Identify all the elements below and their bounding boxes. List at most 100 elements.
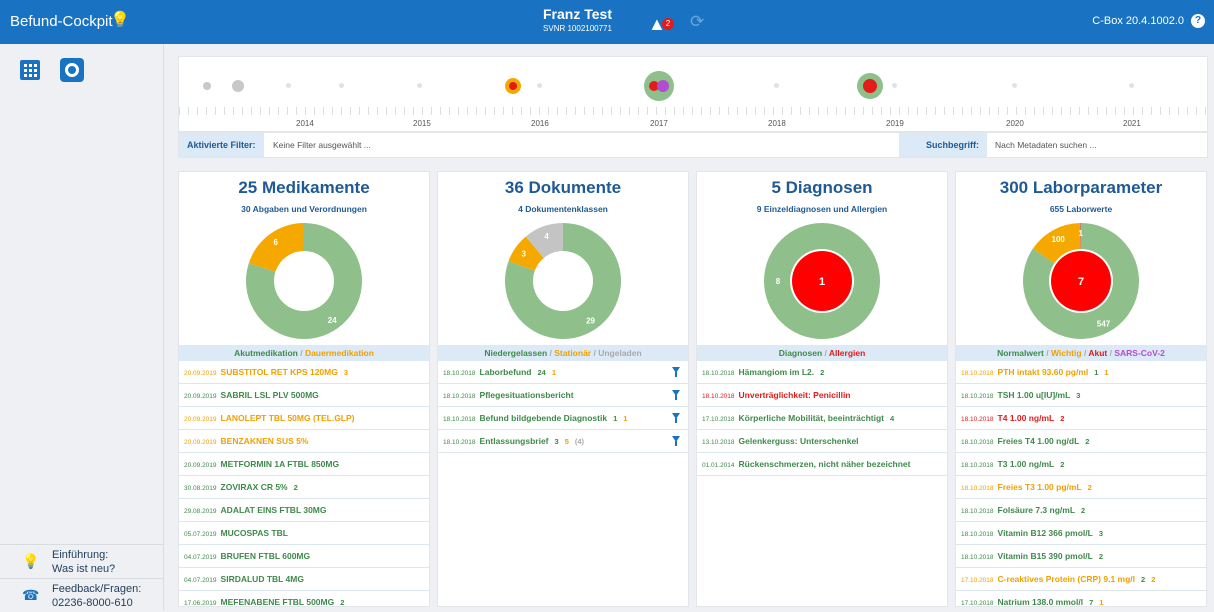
list-item[interactable]: 29.08.2019 ADALAT EINS FTBL 30MG (179, 499, 429, 522)
list-item[interactable]: 20.09.2019 SABRIL LSL PLV 500MG (179, 384, 429, 407)
list-item-title: Rückenschmerzen, nicht näher bezeichnet (738, 459, 911, 469)
legend-item[interactable]: Ungeladen (598, 348, 641, 358)
donut-slice-label: 100 (1052, 235, 1066, 244)
list-item[interactable]: 01.01.2014 Rückenschmerzen, nicht näher b… (697, 453, 947, 476)
legend-item[interactable]: SARS-CoV-2 (1114, 348, 1165, 358)
list-item-title: LANOLEPT TBL 50MG (TEL.GLP) (220, 413, 355, 423)
list-item-count: 2 (1085, 437, 1090, 446)
legend-item[interactable]: Allergien (829, 348, 865, 358)
list-item[interactable]: 04.07.2019 BRUFEN FTBL 600MG (179, 545, 429, 568)
timeline-dot[interactable] (537, 83, 542, 88)
circle-view-icon[interactable] (60, 58, 84, 82)
timeline-dot-akut[interactable] (863, 79, 877, 93)
timeline[interactable]: 2014 2015 2016 2017 2018 2019 2020 2021 (178, 56, 1209, 132)
list-item[interactable]: 17.10.2018 Körperliche Mobilität, beeintr… (697, 407, 947, 430)
donut-slice-label: 29 (586, 316, 595, 325)
legend-item[interactable]: Dauermedikation (305, 348, 374, 358)
legend-item[interactable]: Akut (1088, 348, 1107, 358)
timeline-dot-sars[interactable] (657, 80, 669, 92)
list-item[interactable]: 18.10.2018 Vitamin B15 390 pmol/L 2 (956, 545, 1206, 568)
list-item-date: 20.09.2019 (184, 462, 217, 469)
list-item-title: Befund bildgebende Diagnostik (479, 413, 608, 423)
list-item[interactable]: 13.10.2018 Gelenkerguss: Unterschenkel (697, 430, 947, 453)
legend-item[interactable]: Diagnosen (779, 348, 822, 358)
legend-item[interactable]: Niedergelassen (484, 348, 547, 358)
timeline-dot[interactable] (892, 83, 897, 88)
list-item[interactable]: 18.10.2018 Unverträglichkeit: Penicillin (697, 384, 947, 407)
list-item-count: (4) (574, 437, 585, 446)
filter-icon[interactable] (672, 390, 680, 400)
intro-link[interactable]: 💡 Einführung: Was ist neu? (0, 544, 164, 578)
list-item-date: 18.10.2018 (443, 370, 476, 377)
list-item-title: SABRIL LSL PLV 500MG (220, 390, 319, 400)
list-item-date: 18.10.2018 (443, 393, 476, 400)
whats-new-label: Was ist neu? (52, 563, 116, 575)
help-icon[interactable]: ? (1191, 14, 1205, 28)
filter-bar: Aktivierte Filter: Keine Filter ausgewäh… (178, 132, 1208, 158)
list-item[interactable]: 18.10.2018 TSH 1.00 u[IU]/mL 3 (956, 384, 1206, 407)
timeline-dot[interactable] (203, 82, 211, 90)
timeline-year: 2020 (1006, 119, 1024, 128)
grid-view-icon[interactable] (20, 60, 40, 80)
list-item[interactable]: 20.09.2019 METFORMIN 1A FTBL 850MG (179, 453, 429, 476)
list-item[interactable]: 18.10.2018 Pflegesituationsbericht (438, 384, 688, 407)
list-item[interactable]: 20.09.2019 LANOLEPT TBL 50MG (TEL.GLP) (179, 407, 429, 430)
lightbulb-icon[interactable]: 💡 (110, 10, 130, 30)
timeline-dot[interactable] (1129, 83, 1134, 88)
list-item-count: 2 (820, 368, 825, 377)
list-item[interactable]: 05.07.2019 MUCOSPAS TBL (179, 522, 429, 545)
timeline-dot[interactable] (1012, 83, 1017, 88)
refresh-icon[interactable]: ⟳ (690, 12, 704, 32)
list-item[interactable]: 18.10.2018 T4 1.00 ng/mL 2 (956, 407, 1206, 430)
list-item[interactable]: 17.10.2018 Natrium 138.0 mmol/l 7 1 (956, 591, 1206, 606)
legend-item[interactable]: Normalwert (997, 348, 1044, 358)
timeline-dot[interactable] (774, 83, 779, 88)
list-item-date: 04.07.2019 (184, 577, 217, 584)
timeline-dot[interactable] (339, 83, 344, 88)
timeline-dot[interactable] (417, 83, 422, 88)
list-item-date: 17.10.2018 (961, 577, 994, 584)
list-item[interactable]: 18.10.2018 PTH intakt 93.60 pg/ml 1 1 (956, 361, 1206, 384)
list-item[interactable]: 18.10.2018 Vitamin B12 366 pmol/L 3 (956, 522, 1206, 545)
list-item[interactable]: 18.10.2018 Freies T4 1.00 ng/dL 2 (956, 430, 1206, 453)
list-item[interactable]: 04.07.2019 SIRDALUD TBL 4MG (179, 568, 429, 591)
list-item[interactable]: 20.09.2019 BENZAKNEN SUS 5% (179, 430, 429, 453)
list-item[interactable]: 18.10.2018 Befund bildgebende Diagnostik 1… (438, 407, 688, 430)
filter-icon[interactable] (672, 436, 680, 446)
feedback-link[interactable]: ☎ Feedback/Fragen: 02236-8000-610 (0, 578, 164, 612)
filter-icon[interactable] (672, 367, 680, 377)
timeline-dot[interactable] (286, 83, 291, 88)
list-item[interactable]: 18.10.2018 T3 1.00 ng/mL 2 (956, 453, 1206, 476)
list-item-count: 1 (551, 368, 557, 377)
timeline-year: 2014 (296, 119, 314, 128)
search-input[interactable]: Nach Metadaten suchen ... (995, 133, 1097, 157)
panel-dokumente: 36 Dokumente 4 Dokumentenklassen 29 3 4 Niede… (437, 171, 689, 607)
legend-item[interactable]: Wichtig (1051, 348, 1082, 358)
panel-list: 18.10.2018 Hämangiom im L2. 2 18.10.2018 Unv… (697, 361, 947, 476)
donut-chart: 24 6 (246, 223, 362, 339)
list-item[interactable]: 18.10.2018 Laborbefund 24 1 (438, 361, 688, 384)
list-item[interactable]: 18.10.2018 Hämangiom im L2. 2 (697, 361, 947, 384)
list-item-count: 3 (343, 368, 349, 377)
timeline-dot-akut[interactable] (509, 82, 517, 90)
list-item[interactable]: 17.06.2019 MEFENABENE FTBL 500MG 2 (179, 591, 429, 606)
legend-item[interactable]: Akutmedikation (234, 348, 298, 358)
list-item[interactable]: 17.10.2018 C-reaktives Protein (CRP) 9.1 … (956, 568, 1206, 591)
list-item[interactable]: 18.10.2018 Freies T3 1.00 pg/mL 2 (956, 476, 1206, 499)
timeline-dot[interactable] (232, 80, 244, 92)
filter-icon[interactable] (672, 413, 680, 423)
list-item[interactable]: 18.10.2018 Entlassungsbrief 3 5 (4) (438, 430, 688, 453)
list-item-date: 17.10.2018 (702, 416, 735, 423)
active-filter-value[interactable]: Keine Filter ausgewählt ... (273, 133, 371, 157)
list-item-date: 20.09.2019 (184, 416, 217, 423)
list-item[interactable]: 30.08.2019 ZOVIRAX CR 5% 2 (179, 476, 429, 499)
list-item-count: 2 (1060, 460, 1065, 469)
donut-center-label: 1 (819, 276, 825, 288)
legend-item[interactable]: Stationär (554, 348, 591, 358)
list-item-title: Folsäure 7.3 ng/mL (997, 505, 1076, 515)
donut-slice-label: 6 (274, 238, 279, 247)
list-item[interactable]: 18.10.2018 Folsäure 7.3 ng/mL 2 (956, 499, 1206, 522)
list-item-title: Unverträglichkeit: Penicillin (738, 390, 851, 400)
list-item[interactable]: 20.09.2019 SUBSTITOL RET KPS 120MG 3 (179, 361, 429, 384)
list-item-count: 1 (613, 414, 618, 423)
